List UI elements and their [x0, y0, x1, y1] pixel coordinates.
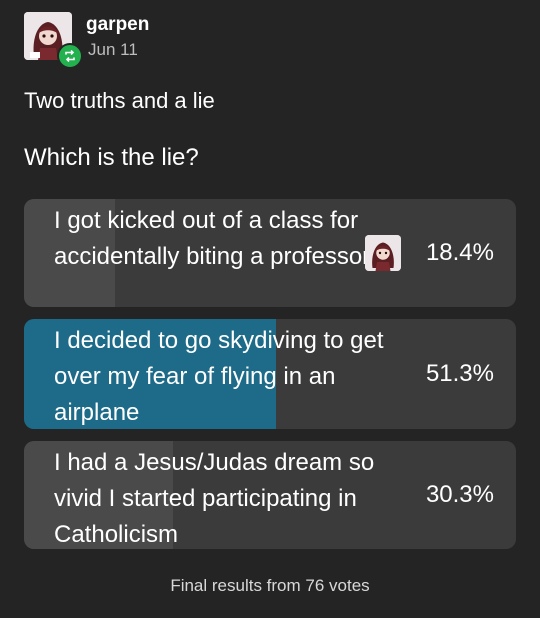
option-label: I got kicked out of a class for accident…	[54, 207, 371, 270]
option-label: I had a Jesus/Judas dream so vivid I sta…	[54, 449, 375, 548]
poll-option-3[interactable]: I had a Jesus/Judas dream so vivid I sta…	[24, 441, 516, 549]
reblog-icon	[57, 43, 83, 69]
option-percent: 30.3%	[425, 481, 494, 508]
voter-avatar	[365, 235, 401, 271]
post-title: Two truths and a lie	[24, 88, 215, 113]
option-label: I decided to go skydiving to get over my…	[54, 327, 384, 426]
option-percent: 18.4%	[425, 239, 494, 266]
poll-results-footer: Final results from 76 votes	[170, 576, 370, 595]
poll-option-2[interactable]: I decided to go skydiving to get over my…	[24, 319, 516, 429]
option-percent: 51.3%	[425, 360, 494, 387]
username[interactable]: garpen	[86, 14, 149, 36]
post-date[interactable]: Jun 11	[88, 40, 138, 60]
post-header: garpen Jun 11	[24, 12, 504, 72]
poll-question: Which is the lie?	[24, 144, 199, 171]
poll-option-1[interactable]: I got kicked out of a class for accident…	[24, 199, 516, 307]
